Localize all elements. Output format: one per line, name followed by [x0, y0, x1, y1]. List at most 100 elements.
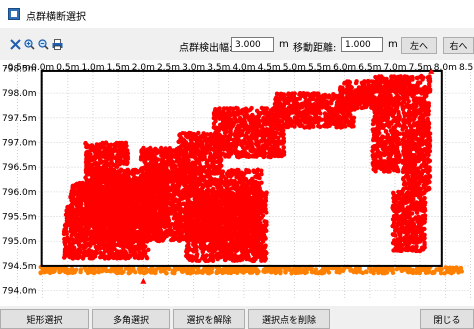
point [93, 238, 98, 243]
point [131, 167, 136, 173]
point [247, 169, 252, 175]
point [168, 186, 173, 191]
point [107, 178, 113, 184]
point [85, 154, 91, 159]
point [83, 208, 88, 213]
point [85, 249, 90, 255]
point [100, 142, 105, 147]
point [110, 183, 116, 189]
move-distance-input[interactable] [341, 37, 383, 52]
point [129, 220, 134, 225]
detection-width-input[interactable] [231, 37, 274, 52]
point [83, 140, 88, 146]
point [61, 255, 67, 260]
point [139, 236, 145, 242]
point [96, 196, 101, 202]
point [63, 224, 68, 229]
point [81, 218, 86, 223]
point [70, 205, 75, 210]
plot-area[interactable]: -0.5m 0.0m 0.5m 1.0m 1.5m 2.0m 2.5m 3.0m 3.5m 4.0… [0, 60, 474, 306]
point [159, 193, 165, 198]
point [91, 200, 96, 205]
point [92, 219, 97, 224]
point [72, 249, 78, 254]
point [259, 180, 264, 185]
point [91, 225, 97, 230]
point [145, 152, 150, 157]
point [174, 198, 179, 204]
point [128, 183, 133, 188]
zoom-out-icon[interactable] [38, 39, 49, 50]
point [112, 148, 117, 153]
point [97, 233, 102, 239]
point [140, 231, 145, 237]
point [166, 228, 171, 233]
point [79, 233, 84, 238]
point [164, 201, 169, 206]
point [169, 237, 174, 243]
move-right-button[interactable]: 右へ [443, 37, 474, 54]
point [154, 169, 159, 174]
point [86, 241, 91, 246]
point [78, 244, 83, 249]
point [163, 152, 168, 157]
point [121, 216, 126, 221]
point [129, 212, 135, 217]
point [118, 232, 124, 237]
point [114, 255, 119, 260]
cross-section-plot[interactable]: -0.5m 0.0m 0.5m 1.0m 1.5m 2.0m 2.5m 3.0m 3.5m 4.0… [0, 60, 474, 306]
point [202, 178, 207, 184]
point [141, 247, 146, 252]
point [125, 167, 131, 173]
point [77, 254, 82, 260]
point [114, 159, 120, 164]
point [94, 167, 100, 173]
point [131, 216, 136, 222]
point [114, 225, 119, 230]
point [123, 202, 128, 207]
point [102, 219, 108, 225]
point [131, 245, 137, 250]
zoom-in-icon[interactable] [24, 39, 35, 50]
point [101, 201, 106, 206]
point [216, 185, 222, 190]
point [180, 234, 186, 239]
point [128, 249, 134, 254]
point [155, 199, 160, 204]
point [104, 204, 109, 210]
point [91, 184, 97, 189]
point [158, 215, 164, 220]
point [139, 184, 145, 190]
move-distance-label: 移動距離: [293, 43, 337, 54]
point [81, 213, 86, 219]
point [84, 164, 89, 169]
point [180, 179, 185, 184]
point [99, 209, 105, 214]
point [162, 205, 168, 211]
point [148, 237, 153, 243]
point [161, 160, 166, 166]
point [137, 246, 143, 251]
point [143, 212, 149, 217]
title-bar: 点群横断選択 [0, 0, 474, 28]
point [115, 198, 121, 204]
point [140, 218, 146, 223]
print-icon[interactable] [52, 39, 63, 50]
point [127, 227, 132, 233]
move-left-button[interactable]: 左へ [401, 37, 437, 54]
point [108, 165, 114, 170]
fit-icon[interactable] [10, 39, 21, 50]
point [75, 184, 80, 190]
point [98, 246, 103, 251]
point [154, 157, 159, 163]
point [137, 254, 142, 259]
point [149, 188, 154, 193]
point [71, 240, 76, 245]
point [177, 175, 182, 181]
point [176, 192, 182, 198]
point [155, 190, 160, 195]
point [78, 222, 84, 227]
point [91, 178, 96, 183]
point [70, 256, 75, 261]
point [107, 238, 113, 243]
